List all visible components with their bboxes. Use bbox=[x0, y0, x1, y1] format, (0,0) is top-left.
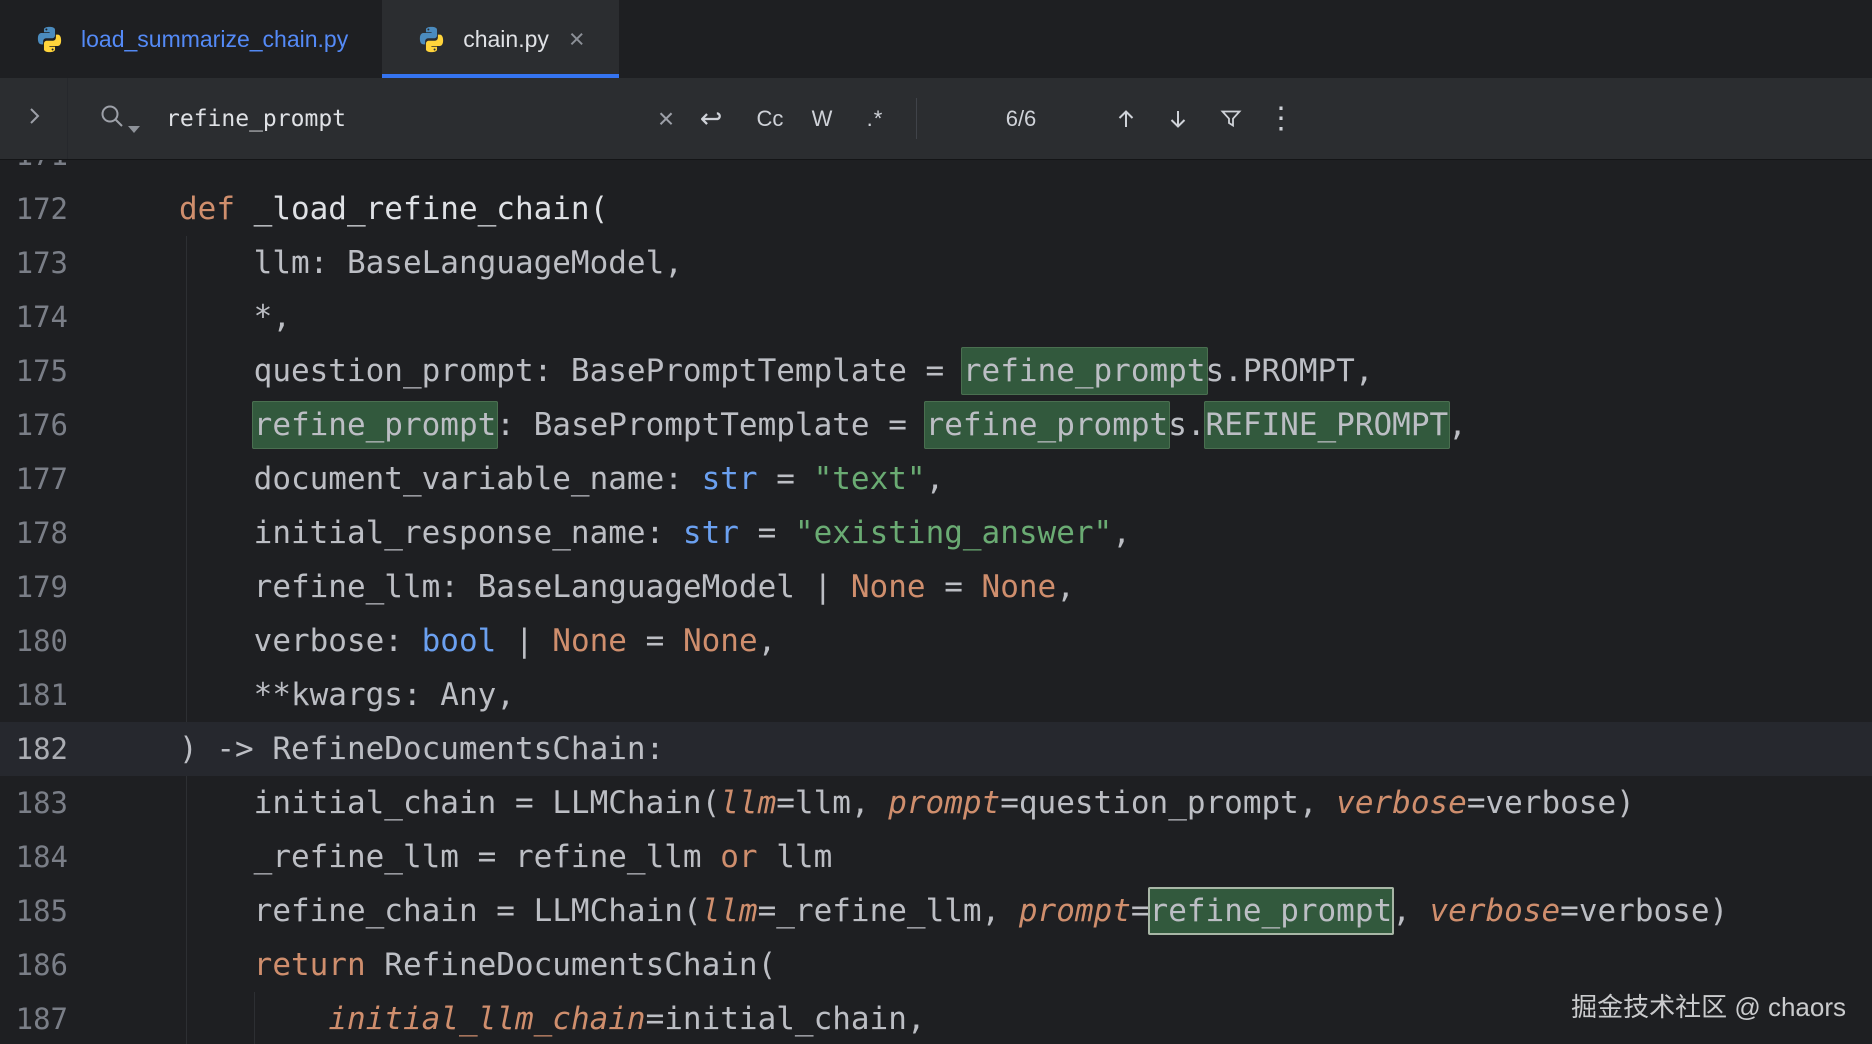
more-options-icon[interactable]: ⋮ bbox=[1258, 103, 1304, 134]
code-line[interactable]: 184 _refine_llm = refine_llm or llm bbox=[0, 830, 1872, 884]
line-number[interactable]: 171 bbox=[0, 160, 68, 172]
code-text: refine_llm: BaseLanguageModel | None = N… bbox=[179, 569, 1075, 605]
code-text: ) -> RefineDocumentsChain: bbox=[179, 731, 665, 767]
arrow-down-icon bbox=[1155, 107, 1201, 131]
code-line[interactable]: 183 initial_chain = LLMChain(llm=llm, pr… bbox=[0, 776, 1872, 830]
expand-replace-button[interactable] bbox=[0, 78, 68, 159]
ide-window: load_summarize_chain.py chain.py × refin… bbox=[0, 0, 1872, 1044]
code-editor[interactable]: 171 172 def _load_refine_chain( 173 llm: Ba… bbox=[0, 160, 1872, 1044]
tab-chain[interactable]: chain.py × bbox=[382, 0, 620, 78]
python-file-icon bbox=[34, 24, 65, 55]
clear-search-button[interactable]: × bbox=[643, 104, 689, 133]
line-number[interactable]: 182 bbox=[0, 732, 68, 766]
code-line[interactable]: 177 document_variable_name: str = "text"… bbox=[0, 452, 1872, 506]
editor-tab-bar: load_summarize_chain.py chain.py × bbox=[0, 0, 1872, 78]
code-text: **kwargs: Any, bbox=[179, 677, 515, 713]
whole-words-toggle[interactable]: W bbox=[799, 107, 845, 130]
code-line[interactable]: 185 refine_chain = LLMChain(llm=_refine_… bbox=[0, 884, 1872, 938]
code-text: *, bbox=[179, 299, 291, 335]
code-line[interactable]: 180 verbose: bool | None = None, bbox=[0, 614, 1872, 668]
code-text: document_variable_name: str = "text", bbox=[179, 461, 945, 497]
code-line[interactable]: 174 *, bbox=[0, 290, 1872, 344]
code-text: refine_chain = LLMChain(llm=_refine_llm,… bbox=[68, 887, 1872, 935]
line-number[interactable]: 173 bbox=[0, 246, 68, 280]
line-number[interactable]: 187 bbox=[0, 1002, 68, 1036]
watermark: 掘金技术社区 @ chaors bbox=[1571, 992, 1846, 1022]
code-line[interactable]: 173 llm: BaseLanguageModel, bbox=[0, 236, 1872, 290]
line-number[interactable]: 183 bbox=[0, 786, 68, 820]
search-input[interactable] bbox=[164, 104, 548, 133]
close-tab-icon[interactable]: × bbox=[569, 25, 585, 53]
tab-label: chain.py bbox=[463, 25, 549, 52]
code-text: initial_response_name: str = "existing_a… bbox=[179, 515, 1131, 551]
code-line[interactable]: 179 refine_llm: BaseLanguageModel | None… bbox=[0, 560, 1872, 614]
chevron-down-icon bbox=[128, 126, 140, 133]
line-number[interactable]: 185 bbox=[0, 894, 68, 928]
line-number[interactable]: 175 bbox=[0, 354, 68, 388]
line-number[interactable]: 176 bbox=[0, 408, 68, 442]
line-number[interactable]: 174 bbox=[0, 300, 68, 334]
search-icon bbox=[98, 102, 126, 135]
code-lines: 171 172 def _load_refine_chain( 173 llm: Ba… bbox=[0, 160, 1872, 1044]
line-number[interactable]: 179 bbox=[0, 570, 68, 604]
newline-icon[interactable]: ↩ bbox=[688, 105, 734, 132]
filter-search-button[interactable] bbox=[1208, 107, 1254, 131]
code-text: return RefineDocumentsChain( bbox=[253, 947, 777, 983]
previous-match-button[interactable] bbox=[1103, 107, 1149, 131]
filter-funnel-icon bbox=[1208, 107, 1254, 131]
code-text: question_prompt: BasePromptTemplate = re… bbox=[68, 347, 1872, 395]
chevron-right-icon bbox=[23, 105, 45, 132]
tab-label: load_summarize_chain.py bbox=[81, 25, 349, 52]
code-line[interactable]: 171 bbox=[0, 160, 1872, 182]
line-number[interactable]: 177 bbox=[0, 462, 68, 496]
match-count: 6/6 bbox=[1005, 105, 1037, 131]
line-number[interactable]: 172 bbox=[0, 192, 68, 226]
match-case-toggle[interactable]: Cc bbox=[747, 107, 793, 130]
toolbar-divider bbox=[916, 98, 917, 139]
next-match-button[interactable] bbox=[1155, 107, 1201, 131]
code-line[interactable]: 176 refine_prompt: BasePromptTemplate = … bbox=[0, 398, 1872, 452]
code-line[interactable]: 186 return RefineDocumentsChain( bbox=[0, 938, 1872, 992]
code-line[interactable]: 181 **kwargs: Any, bbox=[0, 668, 1872, 722]
code-line[interactable]: 182 ) -> RefineDocumentsChain: bbox=[0, 722, 1872, 776]
search-history-button[interactable] bbox=[98, 102, 140, 135]
tab-load-summarize-chain[interactable]: load_summarize_chain.py bbox=[0, 0, 382, 78]
line-number[interactable]: 178 bbox=[0, 516, 68, 550]
line-number[interactable]: 181 bbox=[0, 678, 68, 712]
regex-toggle[interactable]: .* bbox=[852, 107, 898, 130]
arrow-up-icon bbox=[1103, 107, 1149, 131]
code-text: verbose: bool | None = None, bbox=[179, 623, 777, 659]
find-toolbar: × ↩ Cc W .* 6/6 ⋮ bbox=[0, 78, 1872, 160]
code-text: initial_chain = LLMChain(llm=llm, prompt… bbox=[179, 785, 1635, 821]
code-line[interactable]: 178 initial_response_name: str = "existi… bbox=[0, 506, 1872, 560]
code-text: def _load_refine_chain( bbox=[179, 191, 609, 227]
line-number[interactable]: 184 bbox=[0, 840, 68, 874]
python-file-icon bbox=[416, 24, 447, 55]
line-number[interactable]: 180 bbox=[0, 624, 68, 658]
code-text: llm: BaseLanguageModel, bbox=[179, 245, 683, 281]
code-text: _refine_llm = refine_llm or llm bbox=[179, 839, 833, 875]
line-number[interactable]: 186 bbox=[0, 948, 68, 982]
code-line[interactable]: 172 def _load_refine_chain( bbox=[0, 182, 1872, 236]
code-text: refine_prompt: BasePromptTemplate = refi… bbox=[68, 401, 1872, 449]
code-line[interactable]: 175 question_prompt: BasePromptTemplate … bbox=[0, 344, 1872, 398]
